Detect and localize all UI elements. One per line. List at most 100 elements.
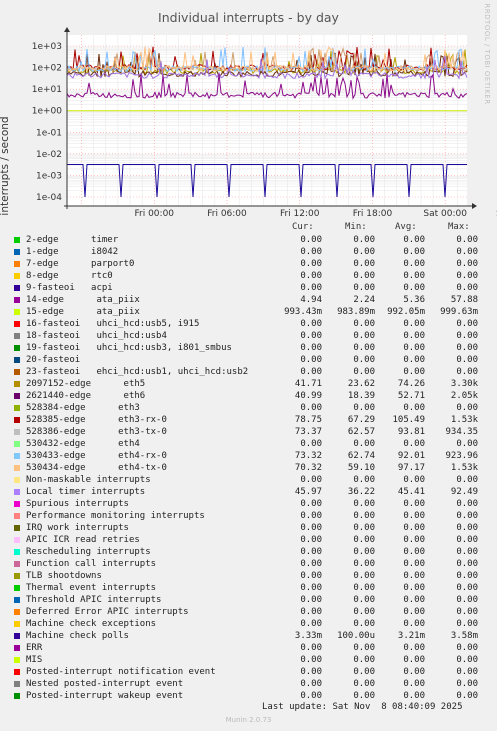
legend-label: Spurious interrupts [26, 498, 129, 510]
legend-max-value: 0.00 [456, 259, 478, 269]
legend-label-text: Performance monitoring interrupts [26, 511, 205, 521]
legend-label: Thermal event interrupts [26, 582, 156, 594]
legend-label: 528386-edge eth3-tx-0 [26, 426, 167, 438]
legend-label-text: 20-fasteoi [26, 355, 81, 365]
legend-label-text: 18-fasteoi uhci_hcd:usb4 [26, 331, 167, 341]
legend-label-text: Machine check exceptions [26, 619, 157, 629]
legend-label-text: 8-edge rtc0 [26, 271, 113, 281]
legend-label-text: APIC ICR read retries [26, 535, 140, 545]
legend-label: Posted-interrupt notification event [26, 666, 216, 678]
legend-max-value: 57.88 [450, 295, 478, 305]
legend-max-value: 0.00 [456, 475, 478, 485]
legend-row: 528384-edge eth3 0.00 0.00 0.00 0.00 [0, 402, 497, 414]
legend-label: 530433-edge eth4-rx-0 [26, 450, 167, 462]
legend-row: Spurious interrupts 0.00 0.00 0.00 0.00 [0, 498, 497, 510]
legend-label-text: 14-edge ata_piix [26, 295, 140, 305]
legend-label: 7-edge parport0 [26, 258, 134, 270]
munin-version: Munin 2.0.73 [225, 716, 272, 724]
legend-row: IRQ work interrupts 0.00 0.00 0.00 0.00 [0, 522, 497, 534]
legend-label: TLB shootdowns [26, 570, 102, 582]
y-tick-label: 1e+00 [32, 107, 63, 117]
legend-max-value: 0.00 [456, 583, 478, 593]
legend-swatch [14, 609, 20, 615]
legend-row: Posted-interrupt notification event 0.00 0… [0, 666, 497, 678]
legend-max-value: 92.49 [450, 487, 478, 497]
legend-row: MIS 0.00 0.00 0.00 0.00 [0, 654, 497, 666]
legend-max-value: 0.00 [456, 559, 478, 569]
legend-swatch [14, 645, 20, 651]
legend-row: 2621440-edge eth6 40.99 18.39 52.71 2.05k [0, 390, 497, 402]
y-tick-label: 1e-04 [36, 193, 62, 203]
legend-label-text: IRQ work interrupts [26, 523, 129, 533]
legend-label: Local timer interrupts [26, 486, 145, 498]
legend-swatch [14, 357, 20, 363]
legend-label-text: Nested posted-interrupt event [26, 679, 184, 689]
legend-label-text: Machine check polls [26, 631, 129, 641]
legend-row: 15-edge ata_piix 993.43m 983.89m 992.05m 999… [0, 306, 497, 318]
legend-header-avg: Avg: [395, 222, 417, 232]
legend-label-text: 2-edge timer [26, 235, 119, 245]
y-tick-label: 1e-03 [36, 171, 62, 181]
legend-row: 18-fasteoi uhci_hcd:usb4 0.00 0.00 0.00 0.00 [0, 330, 497, 342]
legend-row: 14-edge ata_piix 4.94 2.24 5.36 57.88 [0, 294, 497, 306]
legend-max-value: 0.00 [456, 271, 478, 281]
legend-label: Posted-interrupt wakeup event [26, 690, 183, 702]
legend-swatch [14, 321, 20, 327]
legend-swatch [14, 537, 20, 543]
legend-max-value: 0.00 [456, 343, 478, 353]
legend-max-value: 0.00 [456, 355, 478, 365]
legend-swatch [14, 573, 20, 579]
x-tick-label: Fri 06:00 [207, 209, 247, 219]
legend-label-text: Rescheduling interrupts [26, 547, 151, 557]
legend-label-text: Local timer interrupts [26, 487, 146, 497]
legend-label-text: Thermal event interrupts [26, 583, 157, 593]
legend-max-value: 0.00 [456, 691, 478, 701]
legend-row: Nested posted-interrupt event 0.00 0.00 0.0… [0, 678, 497, 690]
legend-swatch [14, 261, 20, 267]
legend-label: Performance monitoring interrupts [26, 510, 205, 522]
legend-label-text: 530433-edge eth4-rx-0 [26, 451, 167, 461]
legend-max-value: 0.00 [456, 607, 478, 617]
legend-max-value: 999.63m [440, 307, 478, 317]
legend-row: APIC ICR read retries 0.00 0.00 0.00 0.00 [0, 534, 497, 546]
legend-swatch [14, 513, 20, 519]
legend-label: ERR [26, 642, 42, 654]
legend-label: 9-fasteoi acpi [26, 282, 113, 294]
legend-swatch [14, 381, 20, 387]
legend-swatch [14, 633, 20, 639]
legend-label: APIC ICR read retries [26, 534, 140, 546]
legend-label-text: 16-fasteoi uhci_hcd:usb5, i915 [26, 319, 200, 329]
legend-row: 528386-edge eth3-tx-0 73.37 62.57 93.81 934.… [0, 426, 497, 438]
legend-label: 1-edge i8042 [26, 246, 118, 258]
legend-label: 8-edge rtc0 [26, 270, 113, 282]
legend-label: Rescheduling interrupts [26, 546, 151, 558]
legend-row: 20-fasteoi 0.00 0.00 0.00 0.00 [0, 354, 497, 366]
legend-row: Posted-interrupt wakeup event 0.00 0.00 0.0… [0, 690, 497, 702]
legend-max-value: 0.00 [456, 331, 478, 341]
legend-label: 530432-edge eth4 [26, 438, 140, 450]
legend-swatch [14, 249, 20, 255]
legend-max-value: 0.00 [456, 679, 478, 689]
legend-swatch [14, 369, 20, 375]
legend-swatch [14, 525, 20, 531]
legend-label: Threshold APIC interrupts [26, 594, 161, 606]
legend-max-value: 0.00 [456, 283, 478, 293]
legend-header-max: Max: [448, 222, 470, 232]
legend-max-value: 0.00 [456, 499, 478, 509]
legend-max-value: 1.53k [450, 415, 478, 425]
legend-label-text: 2621440-edge eth6 [26, 391, 146, 401]
legend-swatch [14, 345, 20, 351]
x-tick-labels: Fri 00:00 Fri 06:00 Fri 12:00 Fri 18:00 Sat … [135, 209, 497, 219]
legend-label-text: Posted-interrupt wakeup event [26, 691, 184, 701]
legend-label: MIS [26, 654, 42, 666]
legend-label: Nested posted-interrupt event [26, 678, 183, 690]
legend-label-text: Spurious interrupts [26, 499, 129, 509]
legend-max-value: 0.00 [456, 511, 478, 521]
legend-label-text: Function call interrupts [26, 559, 157, 569]
legend-max-value: 0.00 [456, 403, 478, 413]
legend-swatch [14, 309, 20, 315]
legend-row: Deferred Error APIC interrupts 0.00 0.00 0.… [0, 606, 497, 618]
legend-row: 23-fasteoi ehci_hcd:usb1, uhci_hcd:usb2 0… [0, 366, 497, 378]
last-update: Last update: Sat Nov 8 08:40:09 2025 [262, 702, 463, 712]
legend-label-text: 23-fasteoi ehci_hcd:usb1, uhci_hcd:usb2 [26, 367, 249, 377]
